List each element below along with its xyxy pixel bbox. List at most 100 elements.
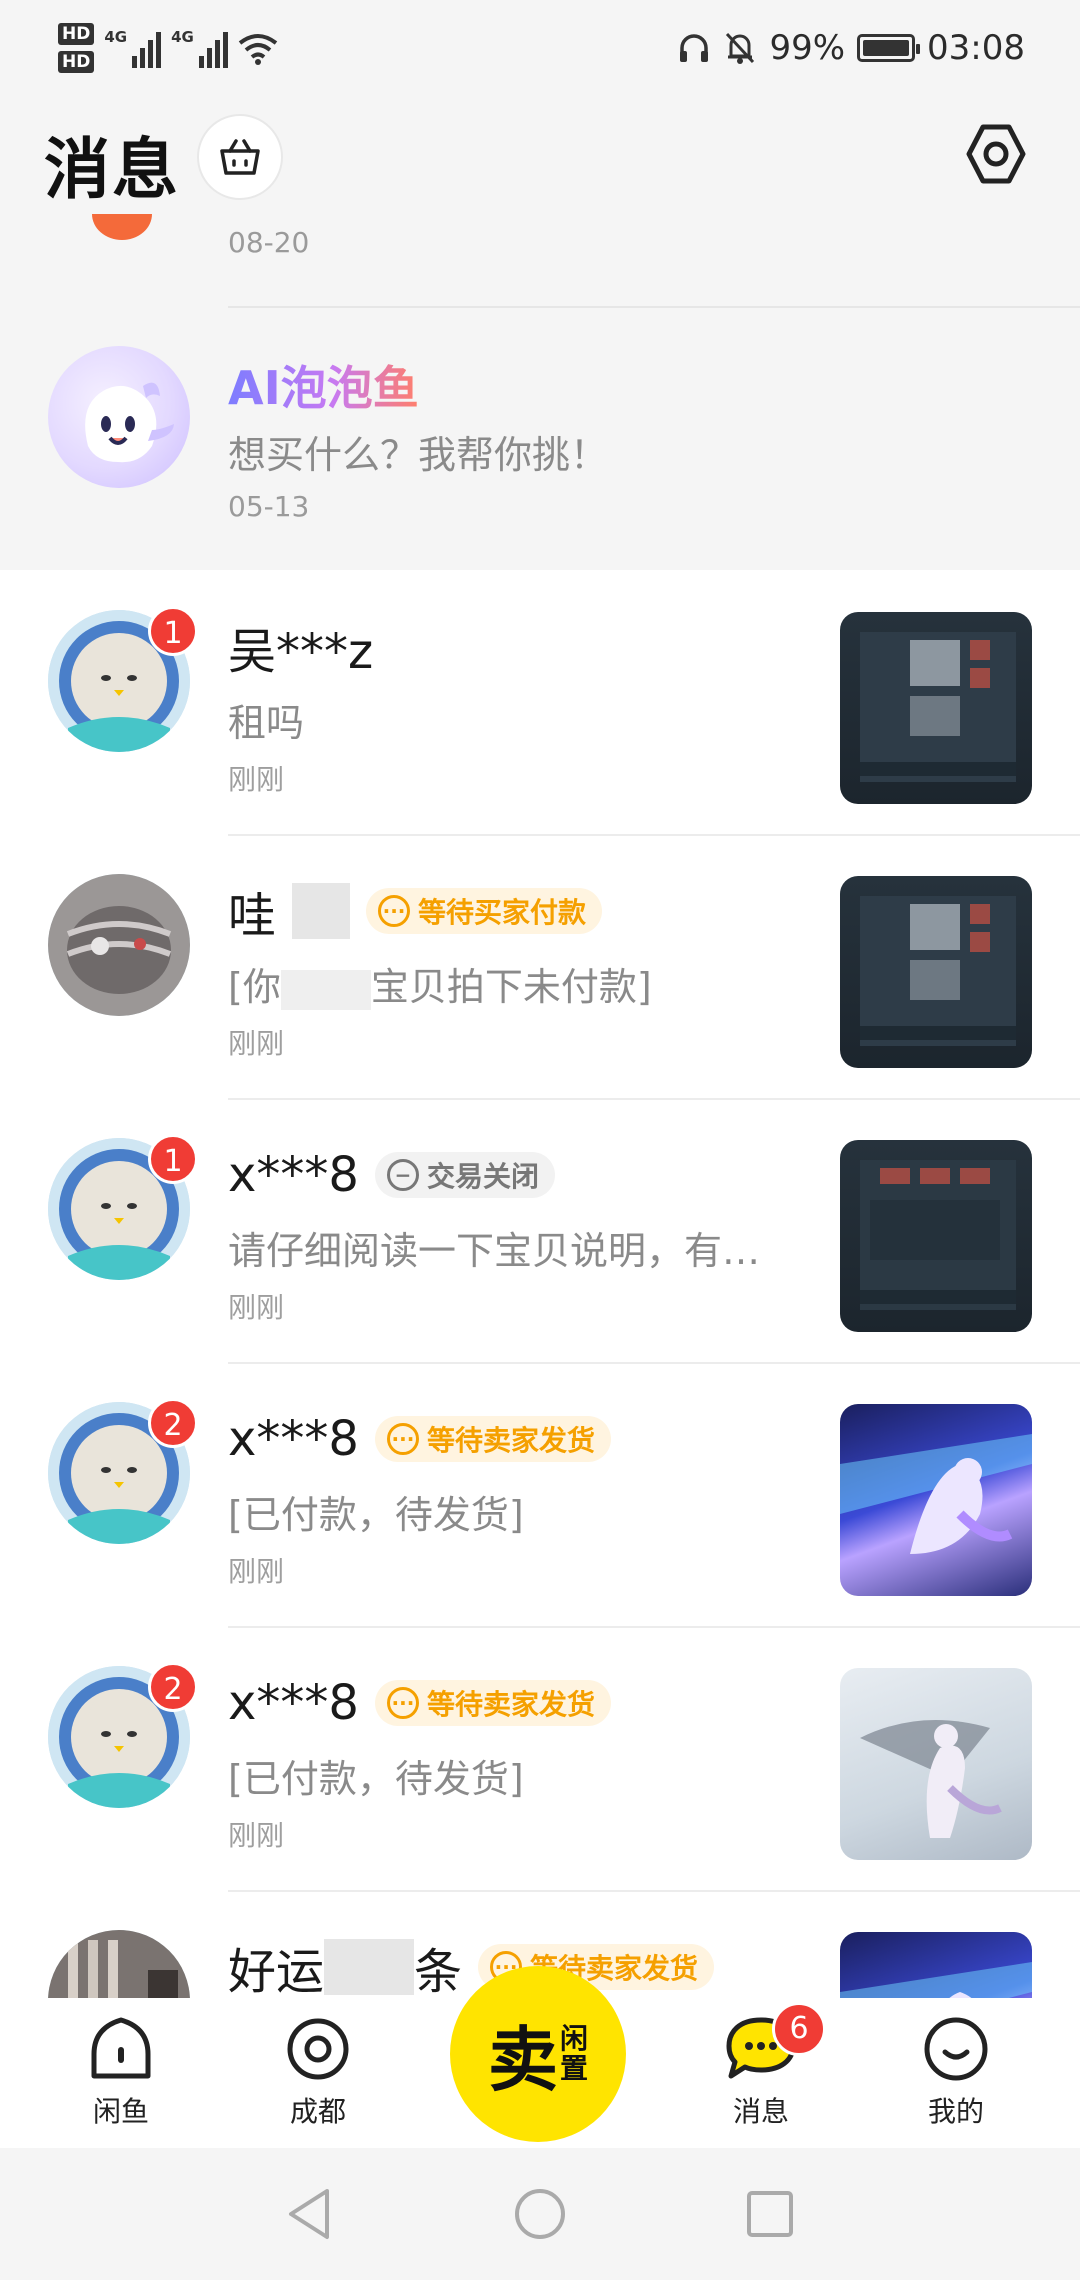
divider [228,306,1080,308]
home-icon [91,2017,151,2079]
room-photo-avatar [48,1930,190,1998]
message-time: 刚刚 [228,1555,285,1588]
nav-city[interactable]: 成都 [253,2014,383,2130]
sell-button[interactable]: 卖 闲 置 [450,1966,626,2142]
message-preview: [你 宝贝拍下未付款] [228,965,652,1010]
message-preview: [已付款，待发货] [228,1493,524,1537]
item-thumbnail [840,1932,1032,1998]
item-thumbnail [840,612,1032,804]
conversation-row[interactable]: 2 x***8 ··· 等待卖家发货 [已付款，待发货] 刚刚 [0,1626,1080,1890]
gray-cat-photo-avatar [48,874,190,1016]
contact-name: 吴***z [228,624,374,680]
item-thumbnail [840,1404,1032,1596]
conversation-list: 1 吴***z 租吗 刚刚 哇 ··· 等待买家付款 [你 宝贝拍下未付款] 刚… [0,570,1080,1998]
contact-name: x***8 [228,1675,359,1731]
battery-percent: 99% [769,28,846,68]
ellipsis-circle-icon: ··· [378,895,411,927]
bell-muted-icon [726,32,755,64]
settings-button[interactable] [958,116,1034,192]
message-preview: [已付款，待发货] [228,1757,524,1801]
hd-indicators: HD HD [58,23,95,73]
wifi-icon [238,34,278,65]
avatar-container: 1 [48,1134,198,1280]
name-line: x***8 ··· 等待卖家发货 [228,1406,611,1472]
message-time: 刚刚 [228,1819,285,1852]
nav-messages[interactable]: 消息 6 [696,2002,826,2130]
shop-button[interactable] [197,114,283,200]
battery-icon [857,34,921,62]
conversation-row[interactable]: 1 x***8 − 交易关闭 请仔细阅读一下宝贝说明，有… 刚刚 [0,1098,1080,1362]
status-left: HD HD 4G 4G [58,16,278,80]
avatar-container [48,874,190,1016]
unread-badge: 1 [148,606,198,656]
clock: 03:08 [927,28,1025,68]
page-title: 消息 [44,131,180,208]
message-time: 刚刚 [228,763,285,796]
name-mosaic [292,883,351,939]
status-right: 99% 03:08 [677,22,1025,74]
message-time: 刚刚 [228,1027,285,1060]
unread-badge: 1 [148,1134,198,1184]
name-line: 吴***z [228,614,373,680]
hd-1-icon: HD [58,23,95,45]
ellipsis-circle-icon: ··· [386,1423,419,1455]
smile-icon [924,2017,988,2081]
item-thumbnail [840,876,1032,1068]
conversation-row[interactable]: 哇 ··· 等待买家付款 [你 宝贝拍下未付款] 刚刚 [0,834,1080,1098]
avatar-container [48,1930,190,1998]
pinned-section: 08-20 AI泡泡鱼 想买什么？我帮你挑！ 05-13 [0,214,1080,570]
preview-mosaic [280,969,371,1010]
conversation-row[interactable]: 1 吴***z 租吗 刚刚 [0,570,1080,834]
location-icon [287,2018,349,2080]
contact-name: x***8 [228,1147,359,1203]
order-status-tag: ··· 等待卖家发货 [374,1416,611,1462]
home-circle-icon [515,2189,565,2239]
unread-badge: 2 [148,1662,198,1712]
nav-mine[interactable]: 我的 [891,2014,1021,2130]
avatar-container: 2 [48,1662,198,1808]
avatar-container: 2 [48,1398,198,1544]
signal-1-icon: 4G [104,28,162,68]
contact-name-tail: 条 [414,1944,463,1998]
message-preview: 租吗 [228,701,305,745]
system-nav-bar [0,2148,1080,2280]
ellipsis-circle-icon: ··· [386,1687,419,1719]
item-thumbnail [840,1140,1032,1332]
nav-home[interactable]: 闲鱼 [56,2014,186,2130]
gear-icon [966,124,1026,184]
contact-name: 哇 [228,888,277,944]
order-status-tag: ··· 等待卖家发货 [374,1680,611,1726]
name-line: 好运 条 ··· 等待卖家发货 [228,1934,715,1998]
conversation-row[interactable]: 2 x***8 ··· 等待卖家发货 [已付款，待发货] 刚刚 [0,1362,1080,1626]
message-preview: 请仔细阅读一下宝贝说明，有… [228,1229,761,1273]
official-avatar-partial [92,214,152,240]
name-line: x***8 − 交易关闭 [228,1142,555,1208]
message-time: 刚刚 [228,1291,285,1324]
item-thumbnail [840,1668,1032,1860]
recents-button[interactable] [740,2184,800,2244]
signal-2-icon: 4G [171,28,228,68]
ai-mascot-avatar [48,346,190,488]
order-status-tag: − 交易关闭 [374,1152,555,1198]
unread-badge: 2 [148,1398,198,1448]
header: 消息 [0,96,1080,214]
contact-name: x***8 [228,1411,359,1467]
name-line: x***8 ··· 等待卖家发货 [228,1670,611,1736]
contact-name: 好运 [228,1944,325,1998]
back-button[interactable] [280,2184,340,2244]
minus-circle-icon: − [386,1159,419,1191]
ai-assistant-date: 05-13 [228,490,310,523]
status-bar: HD HD 4G 4G 99% 03:08 [0,0,1080,96]
hd-2-icon: HD [58,51,95,73]
recents-square-icon [747,2191,793,2237]
pinned-top-date: 08-20 [228,226,310,259]
home-button[interactable] [510,2184,570,2244]
order-status-tag: ··· 等待买家付款 [366,888,603,934]
bottom-nav: 闲鱼 成都 卖 闲 置 消息 6 我的 [0,1966,1080,2148]
name-mosaic [324,1939,415,1995]
back-triangle-icon [289,2189,329,2239]
headphones-icon [680,34,709,62]
avatar-container: 1 [48,606,198,752]
basket-icon [220,139,260,175]
messages-badge: 6 [772,2002,826,2056]
